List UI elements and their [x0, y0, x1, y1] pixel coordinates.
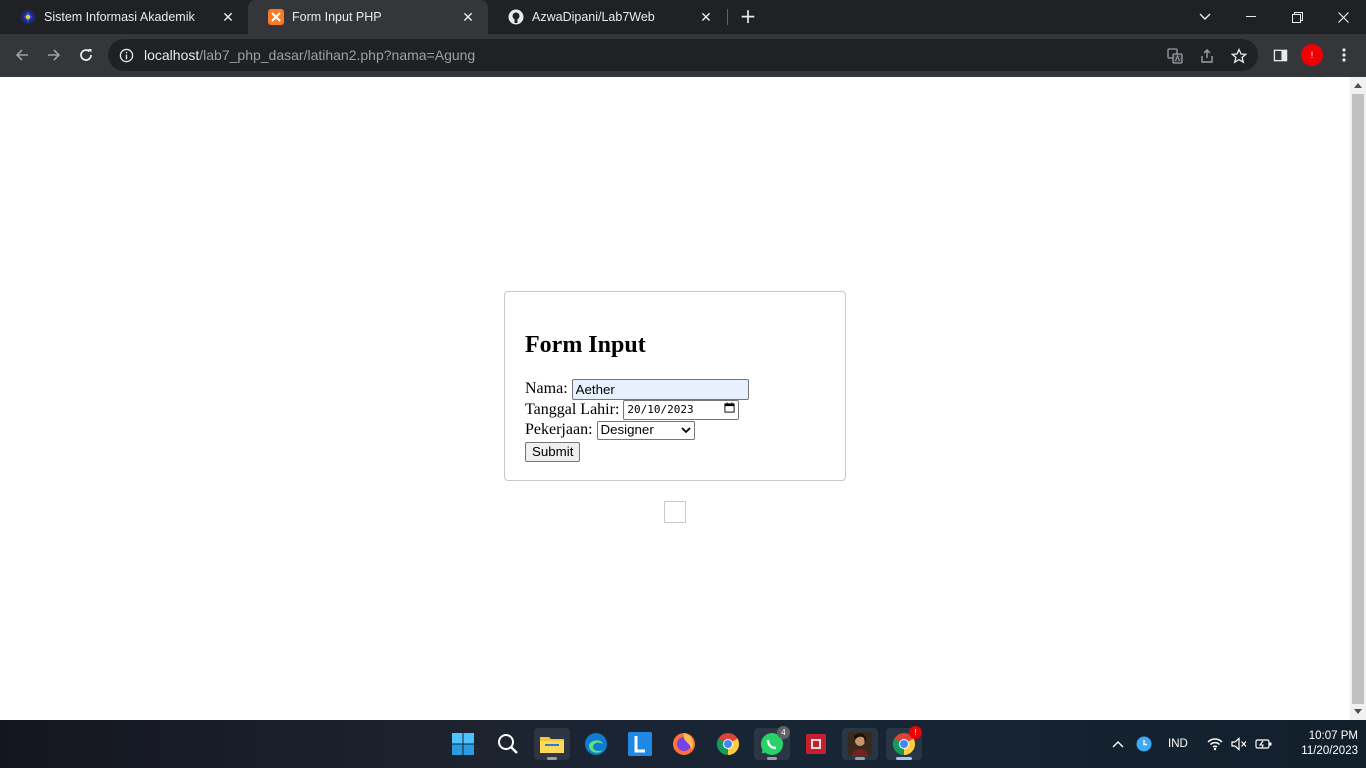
tab-github[interactable]: AzwaDipani/Lab7Web ✕ — [488, 0, 726, 34]
form-card: Form Input Nama: Tanggal Lahir: 20/10/20… — [504, 291, 846, 481]
search-icon[interactable] — [490, 728, 526, 760]
side-panel-button[interactable] — [1266, 41, 1294, 69]
submit-row: Submit — [525, 441, 825, 463]
reload-icon — [80, 49, 92, 61]
tray-app-icon[interactable] — [1136, 720, 1152, 768]
profile-badge-text: ! — [1310, 50, 1314, 60]
minimize-icon — [1246, 16, 1256, 17]
running-indicator — [547, 757, 557, 760]
tanggal-input[interactable]: 20/10/2023 — [623, 399, 740, 420]
tab-form-input-php[interactable]: Form Input PHP ✕ — [248, 0, 488, 34]
xampp-icon — [268, 9, 284, 25]
tanggal-label: Tanggal Lahir: — [525, 400, 620, 418]
pekerjaan-label: Pekerjaan: — [525, 421, 593, 439]
academic-logo-icon — [20, 9, 36, 25]
nama-row: Nama: — [525, 378, 825, 400]
l-app-icon[interactable] — [622, 728, 658, 760]
chevron-up-icon — [1112, 741, 1124, 748]
restore-icon — [1291, 11, 1303, 23]
bookmark-star-icon[interactable] — [1230, 47, 1248, 65]
url-host: localhost — [144, 47, 200, 63]
red-app-icon[interactable] — [798, 728, 834, 760]
arrow-left-icon — [15, 49, 28, 61]
pekerjaan-select[interactable]: Designer — [596, 420, 695, 440]
form-heading: Form Input — [525, 332, 646, 358]
scroll-down-arrow[interactable] — [1354, 709, 1362, 714]
pekerjaan-row: Pekerjaan: Designer — [525, 420, 825, 441]
page-viewport: Form Input Nama: Tanggal Lahir: 20/10/20… — [0, 77, 1350, 720]
submit-button[interactable]: Submit — [525, 441, 581, 462]
volume-muted-icon[interactable] — [1231, 720, 1247, 768]
tanggal-row: Tanggal Lahir: 20/10/2023 — [525, 399, 825, 421]
game-icon[interactable] — [842, 728, 878, 760]
close-icon[interactable]: ✕ — [460, 9, 476, 25]
github-icon — [508, 9, 524, 25]
url-text[interactable]: localhost/lab7_php_dasar/latihan2.php?na… — [144, 47, 475, 63]
tab-search-button[interactable] — [1182, 0, 1228, 34]
share-icon[interactable] — [1198, 47, 1216, 65]
tab-separator — [727, 9, 728, 25]
pekerjaan-selected-value: Designer — [600, 422, 654, 438]
side-panel-icon — [1273, 49, 1287, 61]
close-window-button[interactable] — [1320, 0, 1366, 34]
menu-button[interactable] — [1330, 41, 1358, 69]
translate-icon[interactable] — [1166, 47, 1184, 65]
reload-button[interactable] — [72, 41, 100, 69]
address-bar[interactable]: localhost/lab7_php_dasar/latihan2.php?na… — [108, 39, 1258, 71]
new-tab-button[interactable]: + — [737, 5, 759, 29]
active-indicator — [896, 757, 912, 760]
info-icon[interactable] — [118, 47, 134, 63]
tanggal-value: 20/10/2023 — [627, 402, 694, 416]
tab-title: Form Input PHP — [292, 10, 382, 24]
calendar-icon[interactable] — [724, 401, 735, 419]
firefox-icon[interactable] — [666, 728, 702, 760]
scroll-up-arrow[interactable] — [1354, 83, 1362, 88]
browser-toolbar: localhost/lab7_php_dasar/latihan2.php?na… — [0, 34, 1366, 77]
whatsapp-icon[interactable]: 4 — [754, 726, 790, 760]
windows-start-icon[interactable] — [445, 728, 481, 760]
more-vertical-icon — [1342, 48, 1346, 62]
back-button[interactable] — [8, 41, 36, 69]
battery-icon[interactable] — [1255, 720, 1273, 768]
chevron-down-icon — [680, 427, 691, 434]
tab-title: AzwaDipani/Lab7Web — [532, 10, 655, 24]
running-indicator — [767, 757, 777, 760]
chrome-icon[interactable] — [710, 728, 746, 760]
tab-sistem-informasi[interactable]: Sistem Informasi Akademik ✕ — [0, 0, 248, 34]
page-scrollbar[interactable] — [1350, 77, 1366, 720]
notification-badge: 4 — [777, 726, 790, 739]
chrome-profile-icon[interactable]: ! — [886, 726, 922, 760]
windows-taskbar: 4 ! IND 10:07 PM 11/20/2023 — [0, 720, 1366, 768]
browser-tab-strip: Sistem Informasi Akademik ✕ Form Input P… — [0, 0, 1366, 34]
file-explorer-icon[interactable] — [534, 728, 570, 760]
profile-avatar[interactable]: ! — [1301, 44, 1323, 66]
edge-icon[interactable] — [578, 728, 614, 760]
wifi-icon[interactable] — [1207, 720, 1223, 768]
nama-input[interactable] — [571, 378, 749, 400]
restore-button[interactable] — [1274, 0, 1320, 34]
arrow-right-icon — [48, 49, 61, 61]
notification-badge: ! — [909, 726, 922, 739]
show-hidden-icons-button[interactable] — [1112, 720, 1124, 768]
clock-app-icon — [1136, 736, 1152, 752]
minimize-button[interactable] — [1228, 0, 1274, 34]
forward-button[interactable] — [40, 41, 68, 69]
chevron-down-icon — [1199, 13, 1211, 20]
clock-time: 10:07 PM — [1308, 730, 1358, 742]
tab-title: Sistem Informasi Akademik — [44, 10, 195, 24]
clock-date: 11/20/2023 — [1301, 745, 1358, 757]
running-indicator — [855, 757, 865, 760]
empty-output-box — [664, 501, 686, 523]
url-path: /lab7_php_dasar/latihan2.php?nama=Agung — [199, 47, 476, 63]
language-text: IND — [1168, 738, 1188, 750]
close-icon[interactable]: ✕ — [220, 9, 236, 25]
nama-label: Nama: — [525, 380, 568, 398]
language-indicator[interactable]: IND — [1168, 720, 1188, 768]
close-icon[interactable]: ✕ — [698, 9, 714, 25]
close-icon — [1337, 11, 1349, 23]
scroll-thumb[interactable] — [1352, 94, 1364, 704]
system-clock[interactable]: 10:07 PM 11/20/2023 — [1280, 729, 1358, 759]
